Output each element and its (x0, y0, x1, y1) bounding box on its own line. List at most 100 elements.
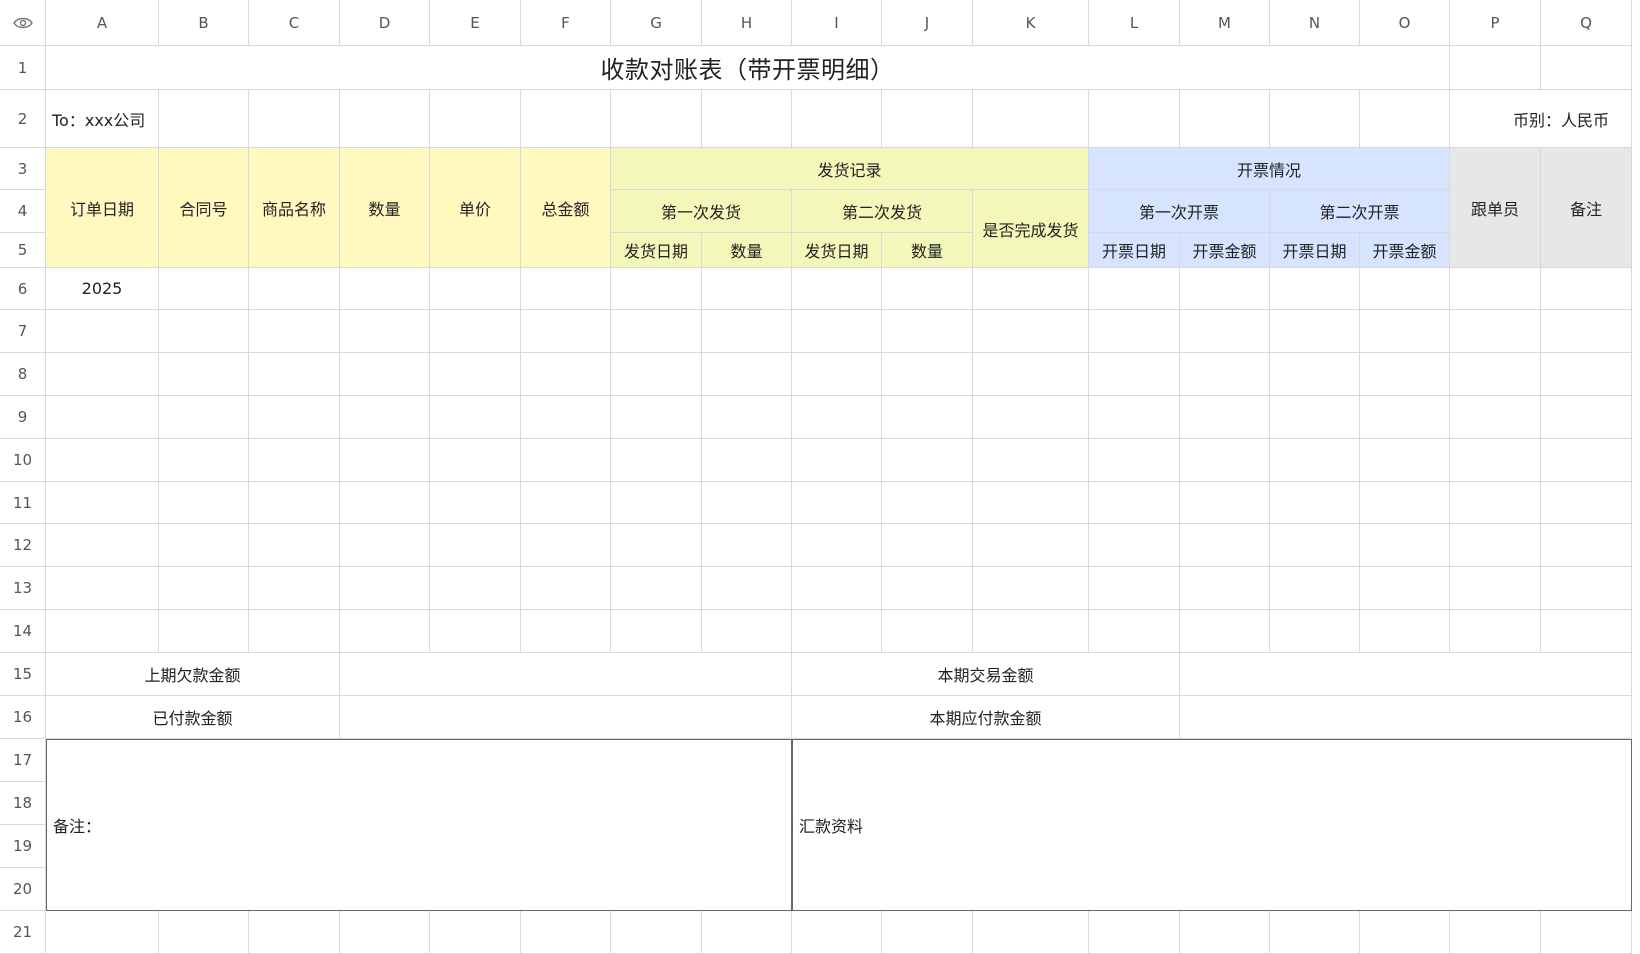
column-header-j[interactable]: J (882, 0, 973, 46)
header-ship-date-1[interactable]: 发货日期 (611, 233, 702, 268)
data-cell[interactable] (1541, 268, 1632, 310)
data-cell[interactable] (1450, 567, 1541, 610)
row-header-7[interactable]: 7 (0, 310, 46, 353)
header-invoice-amount-2[interactable]: 开票金额 (1360, 233, 1450, 268)
data-cell[interactable] (1180, 524, 1270, 567)
data-cell[interactable] (792, 482, 882, 524)
data-cell[interactable] (1360, 396, 1450, 439)
data-cell[interactable] (1450, 439, 1541, 482)
row-header-8[interactable]: 8 (0, 353, 46, 396)
remit-info-box[interactable]: 汇款资料 (792, 739, 1632, 911)
data-cell[interactable] (430, 610, 521, 653)
column-header-c[interactable]: C (249, 0, 340, 46)
row-header-1[interactable]: 1 (0, 46, 46, 90)
data-cell[interactable] (792, 439, 882, 482)
column-header-b[interactable]: B (159, 0, 249, 46)
column-header-l[interactable]: L (1089, 0, 1180, 46)
data-cell[interactable] (1089, 610, 1180, 653)
data-cell[interactable] (792, 567, 882, 610)
column-header-e[interactable]: E (430, 0, 521, 46)
cell-row2[interactable] (611, 90, 702, 148)
data-cell[interactable] (792, 310, 882, 353)
header-shipment-complete[interactable]: 是否完成发货 (973, 190, 1089, 268)
data-cell[interactable] (611, 439, 702, 482)
data-cell[interactable] (702, 610, 792, 653)
current-payable-value[interactable] (1180, 696, 1632, 739)
data-cell[interactable] (1180, 310, 1270, 353)
data-cell[interactable] (521, 524, 611, 567)
cell-p1[interactable] (1450, 46, 1541, 90)
header-second-invoice[interactable]: 第二次开票 (1270, 190, 1450, 233)
cell-row2[interactable] (249, 90, 340, 148)
data-cell[interactable] (430, 567, 521, 610)
data-cell[interactable] (1089, 268, 1180, 310)
cell-row21[interactable] (792, 911, 882, 954)
header-ship-date-2[interactable]: 发货日期 (792, 233, 882, 268)
data-cell[interactable] (1541, 439, 1632, 482)
header-second-shipment[interactable]: 第二次发货 (792, 190, 973, 233)
data-cell[interactable] (46, 567, 159, 610)
header-contract-no[interactable]: 合同号 (159, 148, 249, 268)
data-cell[interactable] (1180, 439, 1270, 482)
data-cell[interactable] (1089, 353, 1180, 396)
data-cell[interactable] (792, 353, 882, 396)
data-cell[interactable] (973, 268, 1089, 310)
data-cell[interactable] (792, 396, 882, 439)
notes-box[interactable]: 备注： (46, 739, 792, 911)
data-cell[interactable] (46, 353, 159, 396)
data-cell[interactable] (1180, 567, 1270, 610)
data-cell[interactable] (430, 396, 521, 439)
data-cell[interactable] (792, 610, 882, 653)
data-cell[interactable] (611, 396, 702, 439)
data-cell[interactable] (1089, 396, 1180, 439)
column-header-h[interactable]: H (702, 0, 792, 46)
prev-arrears-label[interactable]: 上期欠款金额 (46, 653, 340, 696)
header-invoice-date-2[interactable]: 开票日期 (1270, 233, 1360, 268)
cell-row21[interactable] (159, 911, 249, 954)
header-follower[interactable]: 跟单员 (1450, 148, 1541, 268)
data-cell[interactable] (882, 567, 973, 610)
data-cell[interactable] (521, 310, 611, 353)
data-cell[interactable] (521, 439, 611, 482)
cell-row21[interactable] (1450, 911, 1541, 954)
data-cell[interactable] (882, 439, 973, 482)
data-cell[interactable] (430, 268, 521, 310)
column-header-n[interactable]: N (1270, 0, 1360, 46)
cell-row2[interactable] (1360, 90, 1450, 148)
data-cell[interactable] (1180, 396, 1270, 439)
row-header-18[interactable]: 18 (0, 782, 46, 825)
data-cell[interactable] (1360, 482, 1450, 524)
header-order-date[interactable]: 订单日期 (46, 148, 159, 268)
data-cell[interactable] (792, 524, 882, 567)
data-cell[interactable] (1270, 524, 1360, 567)
data-cell[interactable] (1089, 310, 1180, 353)
data-cell[interactable] (1089, 524, 1180, 567)
cell-row2[interactable] (340, 90, 430, 148)
data-cell[interactable] (702, 396, 792, 439)
data-cell[interactable] (340, 396, 430, 439)
data-cell[interactable] (702, 310, 792, 353)
data-cell[interactable] (702, 524, 792, 567)
data-cell[interactable] (1360, 567, 1450, 610)
cell-row21[interactable] (1541, 911, 1632, 954)
data-cell[interactable]: 2025 (46, 268, 159, 310)
column-header-f[interactable]: F (521, 0, 611, 46)
data-cell[interactable] (1270, 396, 1360, 439)
data-cell[interactable] (611, 268, 702, 310)
data-cell[interactable] (430, 482, 521, 524)
data-cell[interactable] (882, 524, 973, 567)
data-cell[interactable] (792, 268, 882, 310)
current-trade-label[interactable]: 本期交易金额 (792, 653, 1180, 696)
data-cell[interactable] (521, 610, 611, 653)
header-invoice-amount-1[interactable]: 开票金额 (1180, 233, 1270, 268)
column-header-a[interactable]: A (46, 0, 159, 46)
row-header-13[interactable]: 13 (0, 567, 46, 610)
data-cell[interactable] (1089, 482, 1180, 524)
data-cell[interactable] (340, 610, 430, 653)
data-cell[interactable] (882, 396, 973, 439)
data-cell[interactable] (702, 482, 792, 524)
cell-row2[interactable] (1180, 90, 1270, 148)
cell-row21[interactable] (702, 911, 792, 954)
data-cell[interactable] (430, 439, 521, 482)
data-cell[interactable] (340, 439, 430, 482)
